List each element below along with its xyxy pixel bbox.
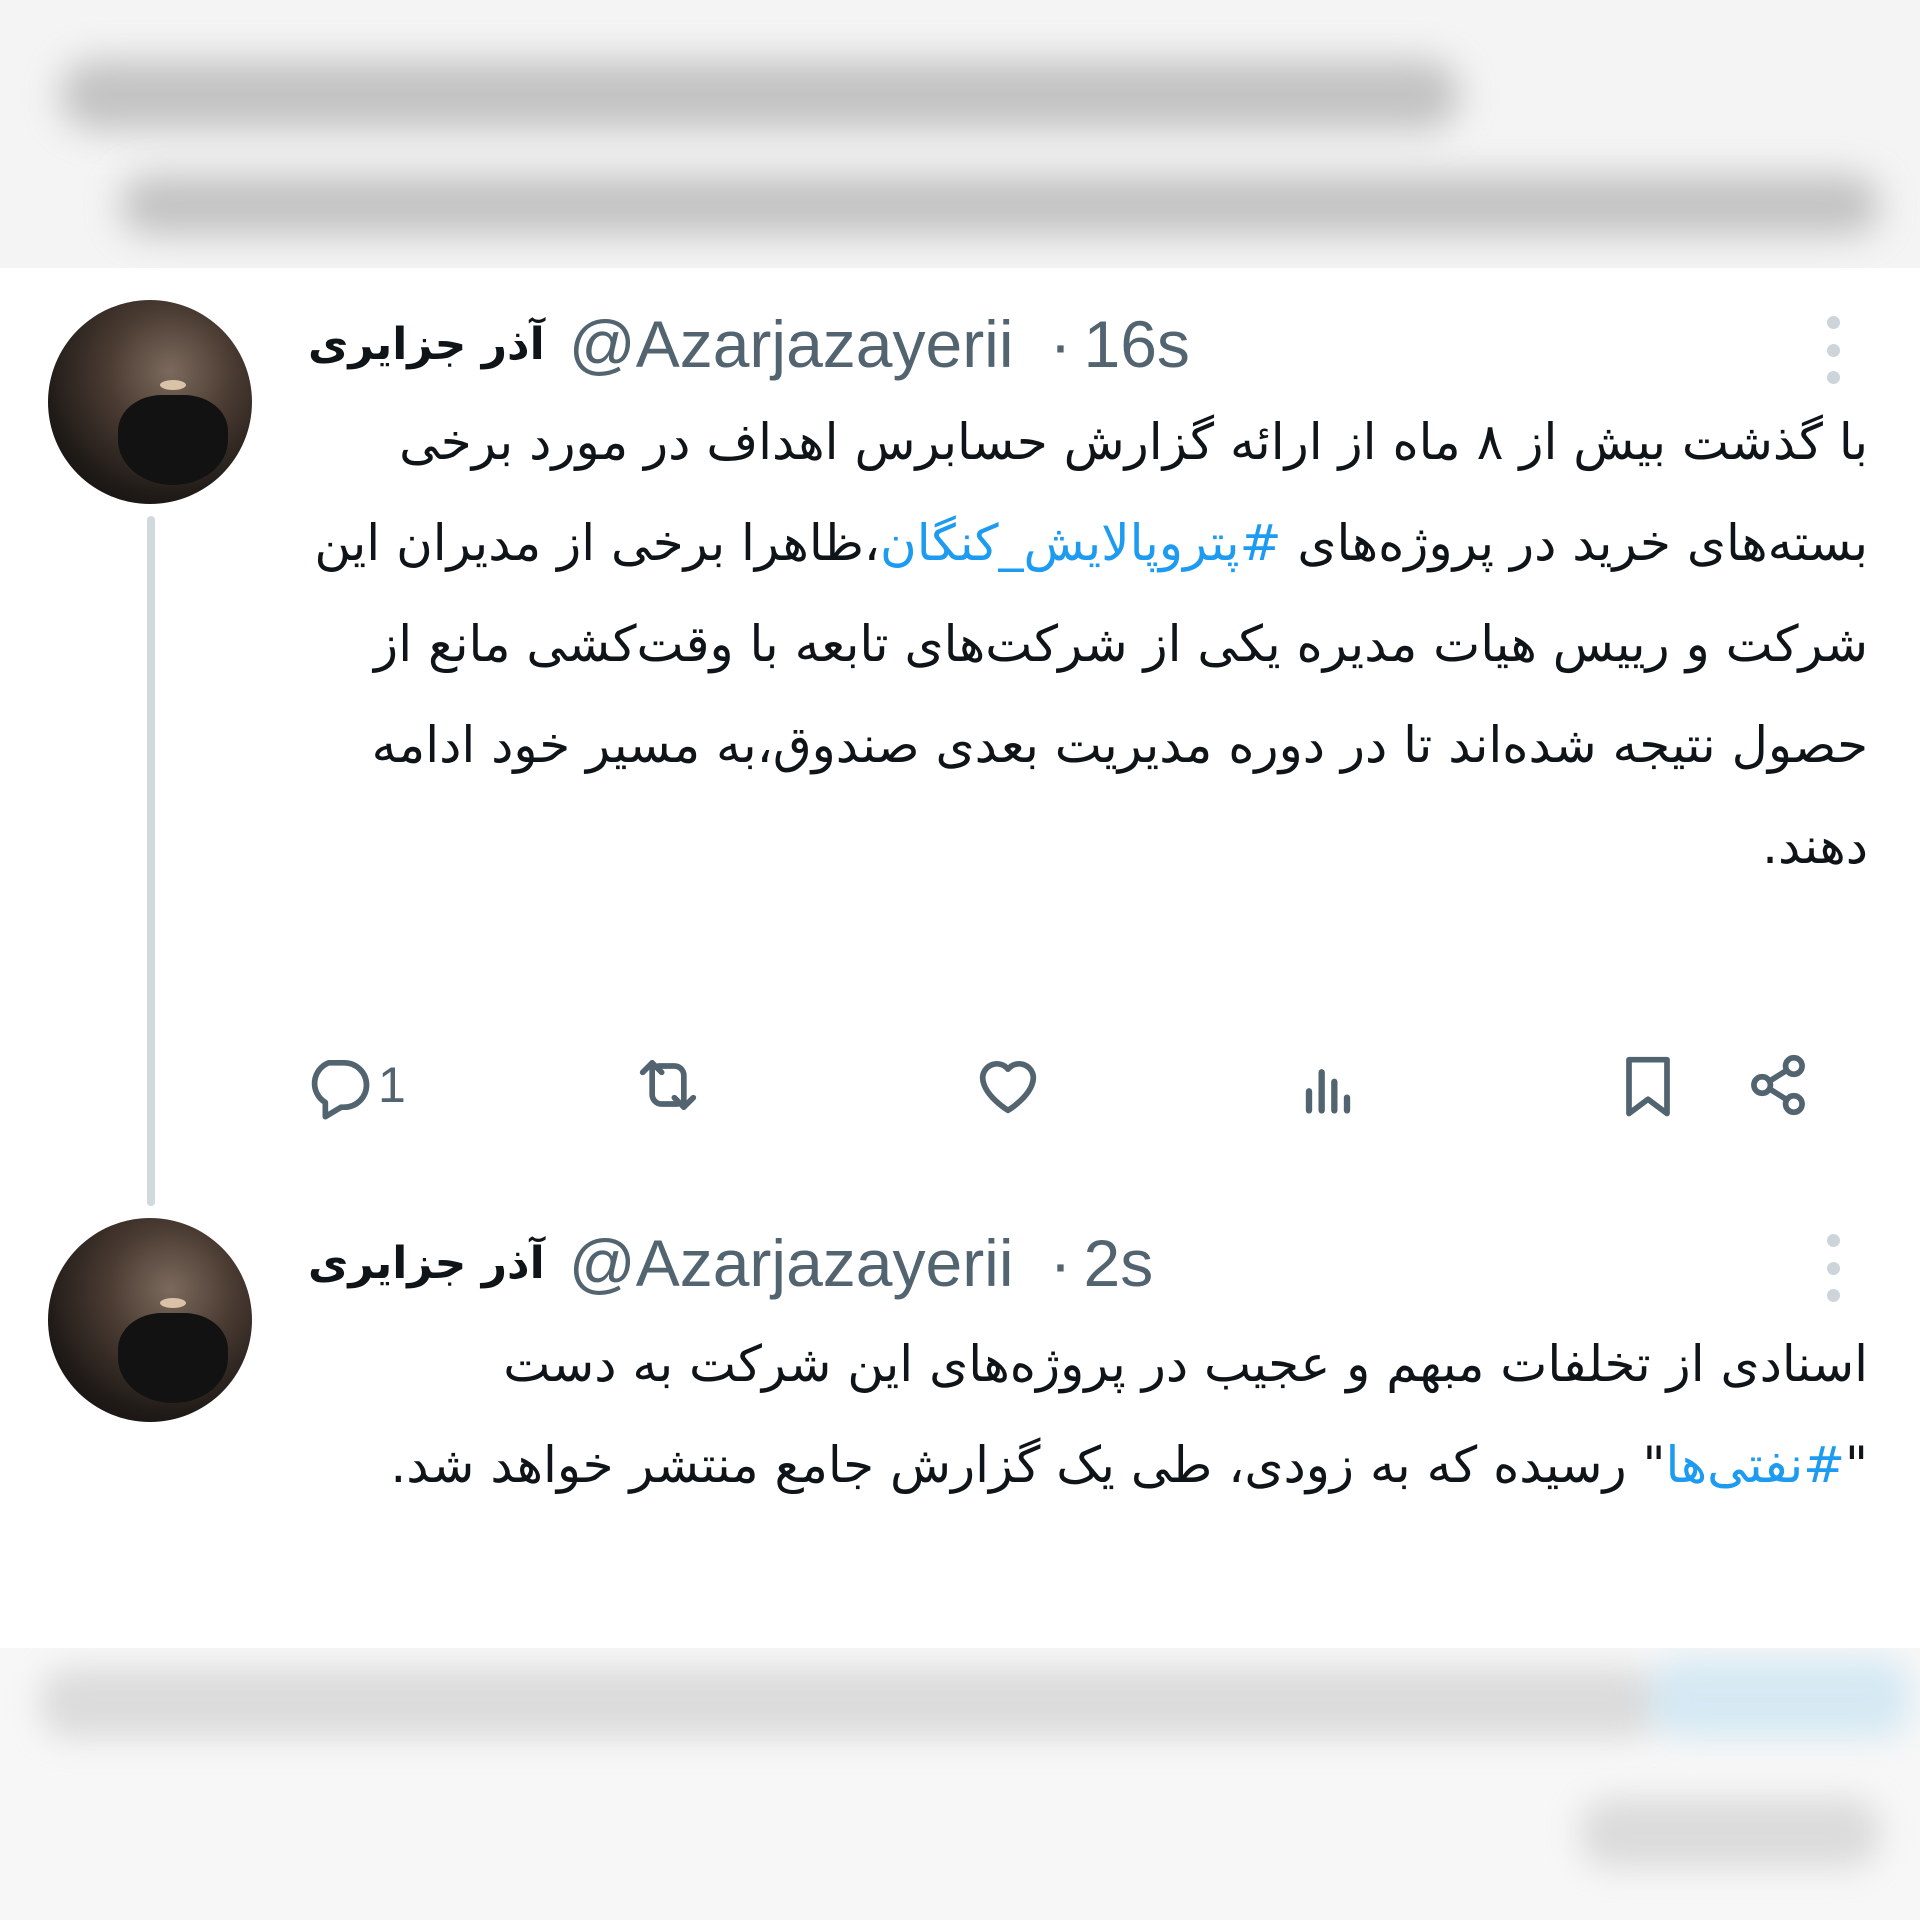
tweet-actions: 1 <box>300 1040 1860 1130</box>
thread-connector-line <box>147 516 155 1206</box>
tweet-thread: آذر جزایری @Azarjazayerii · 16s با گذشت … <box>0 268 1920 1648</box>
blurred-next-content <box>0 1648 1920 1920</box>
share-icon <box>1751 1054 1805 1116</box>
avatar-eye-shape <box>160 1298 186 1308</box>
more-options-icon[interactable] <box>1818 310 1848 390</box>
user-handle[interactable]: @Azarjazayerii <box>569 306 1014 382</box>
hashtag-link[interactable]: #پتروپالایش_کنگان <box>880 514 1281 572</box>
separator-dot: · <box>1049 1226 1072 1300</box>
avatar-mask-shape <box>118 395 228 485</box>
retweet-button[interactable] <box>630 1040 706 1130</box>
retweet-icon <box>639 1059 697 1111</box>
tweet-text: با گذشت بیش از ۸ ماه از ارائه گزارش حساب… <box>268 392 1868 897</box>
share-button[interactable] <box>1740 1040 1816 1130</box>
bookmark-icon <box>1626 1056 1670 1117</box>
timestamp[interactable]: 16s <box>1083 306 1189 382</box>
avatar[interactable] <box>48 1218 252 1422</box>
tweet-text: اسنادی از تخلفات مبهم و عجیب در پروژه‌ها… <box>268 1314 1868 1516</box>
views-icon <box>1305 1069 1351 1114</box>
display-name[interactable]: آذر جزایری <box>308 1238 545 1289</box>
tweet-text-part: " رسیده که به زودی، طی یک گزارش جامع منت… <box>390 1436 1666 1494</box>
bookmark-button[interactable] <box>1610 1040 1686 1130</box>
user-handle[interactable]: @Azarjazayerii <box>569 1225 1014 1301</box>
tweet-header: آذر جزایری @Azarjazayerii · 2s <box>308 1223 1153 1303</box>
hashtag-link[interactable]: #نفتی‌ها <box>1666 1436 1845 1494</box>
timestamp[interactable]: 2s <box>1083 1225 1153 1301</box>
avatar-eye-shape <box>160 380 186 390</box>
blurred-previous-content <box>0 0 1920 268</box>
avatar-mask-shape <box>118 1313 228 1403</box>
avatar[interactable] <box>48 300 252 504</box>
display-name[interactable]: آذر جزایری <box>308 319 545 370</box>
separator-dot: · <box>1049 307 1072 381</box>
tweet-header: آذر جزایری @Azarjazayerii · 16s <box>308 304 1190 384</box>
reply-icon <box>311 1059 370 1120</box>
like-button[interactable] <box>970 1040 1046 1130</box>
like-icon <box>979 1060 1037 1114</box>
reply-button[interactable]: 1 <box>300 1040 406 1130</box>
more-options-icon[interactable] <box>1818 1228 1848 1308</box>
views-button[interactable] <box>1290 1040 1366 1130</box>
reply-count: 1 <box>378 1057 406 1113</box>
